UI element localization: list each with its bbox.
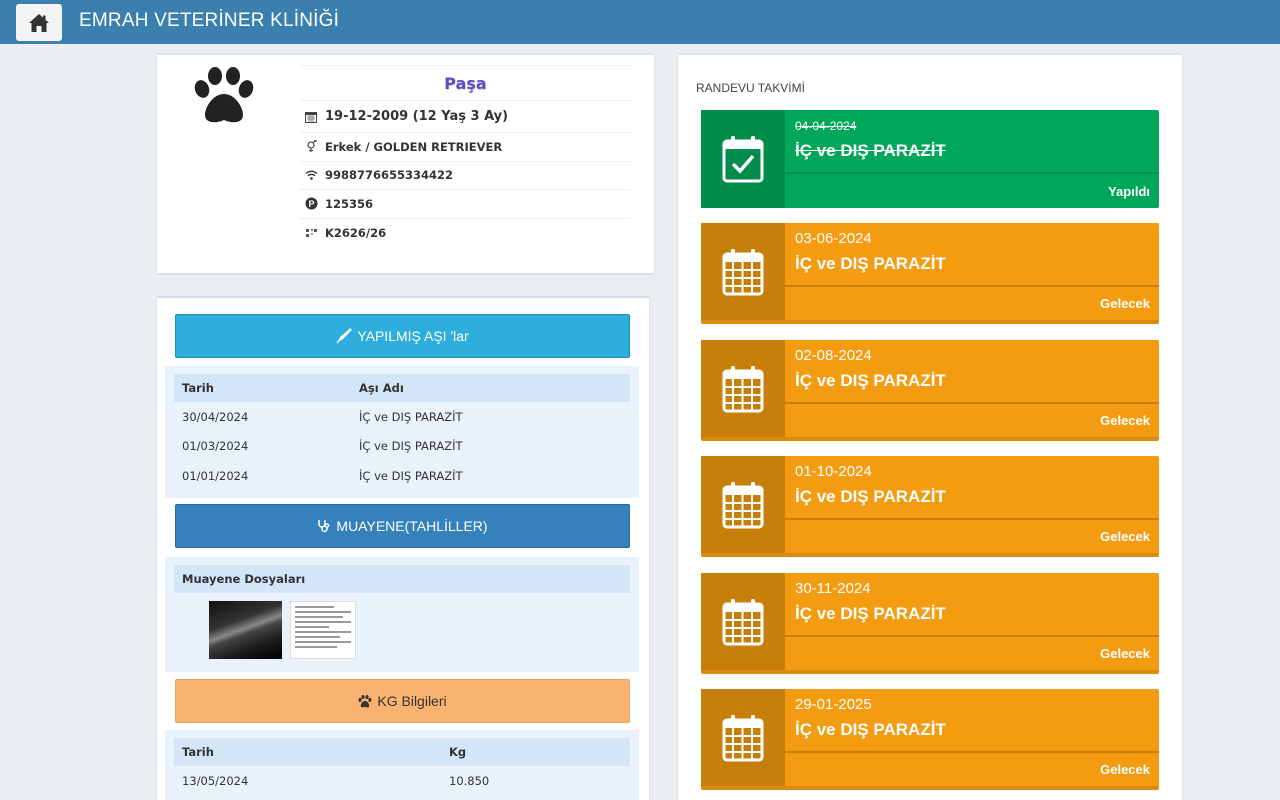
- col-date-header: Tarih: [182, 381, 214, 395]
- calendar-icon: [701, 689, 785, 786]
- table-row: 30/04/2024 İÇ ve DIŞ PARAZİT: [174, 402, 630, 432]
- appointment-item[interactable]: 03-06-2024 İÇ ve DIŞ PARAZİT Gelecek: [701, 223, 1159, 324]
- table-row: 01/03/2024 İÇ ve DIŞ PARAZİT: [174, 432, 630, 462]
- calendar-icon: [701, 573, 785, 670]
- svg-text:P: P: [308, 199, 314, 209]
- weight-table: Tarih Kg 13/05/2024 10.850: [165, 730, 639, 800]
- appointment-date: 29-01-2025: [795, 696, 872, 713]
- appointment-title: İÇ ve DIŞ PARAZİT: [795, 487, 946, 506]
- appointment-date: 02-08-2024: [795, 347, 872, 364]
- paw-icon: [193, 67, 255, 129]
- table-header: Tarih Aşı Adı: [174, 374, 630, 402]
- parking-icon: P: [305, 197, 321, 210]
- table-header: Tarih Kg: [174, 738, 630, 766]
- wifi-icon: [305, 170, 321, 181]
- calendar-check-icon: [701, 110, 785, 208]
- calendar-title: RANDEVU TAKVİMİ: [696, 81, 805, 95]
- parking-row: P 125356: [300, 190, 631, 219]
- file-thumbnails: [209, 601, 639, 659]
- divider: [785, 172, 1159, 174]
- pet-name: Paşa: [300, 65, 631, 101]
- medical-records-card: YAPILMIŞ AŞI 'lar Tarih Aşı Adı 30/04/20…: [157, 296, 649, 800]
- parking-number: 125356: [325, 196, 374, 211]
- document-thumbnail[interactable]: [290, 601, 356, 659]
- divider: [785, 402, 1159, 404]
- divider: [785, 518, 1159, 520]
- appointment-status: Yapıldı: [1108, 184, 1150, 199]
- exam-files-panel: Muayene Dosyaları: [165, 557, 639, 672]
- weight-value: 10.850: [449, 773, 490, 788]
- appointment-date: 30-11-2024: [795, 580, 871, 597]
- appointment-title: İÇ ve DIŞ PARAZİT: [795, 254, 946, 273]
- top-navbar: EMRAH VETERİNER KLİNİĞİ: [0, 0, 1280, 44]
- chip-number: 9988776655334422: [325, 168, 454, 183]
- chip-row: 9988776655334422: [300, 162, 631, 190]
- birth-date-row: 19-12-2009 (12 Yaş 3 Ay): [300, 101, 631, 133]
- vaccine-name: İÇ ve DIŞ PARAZİT: [359, 439, 463, 454]
- syringe-icon: [336, 328, 353, 344]
- appointment-date: 01-10-2024: [795, 463, 872, 480]
- vaccines-table: Tarih Aşı Adı 30/04/2024 İÇ ve DIŞ PARAZ…: [165, 366, 639, 498]
- appointment-item[interactable]: 30-11-2024 İÇ ve DIŞ PARAZİT Gelecek: [701, 573, 1159, 674]
- appointment-item[interactable]: 02-08-2024 İÇ ve DIŞ PARAZİT Gelecek: [701, 340, 1159, 441]
- paw-small-icon: [358, 694, 372, 707]
- files-header: Muayene Dosyaları: [174, 565, 630, 593]
- vaccine-name: İÇ ve DIŞ PARAZİT: [359, 468, 463, 483]
- gender-breed: Erkek / GOLDEN RETRIEVER: [325, 139, 503, 154]
- vaccines-button-label: YAPILMIŞ AŞI 'lar: [357, 328, 469, 344]
- appointment-title: İÇ ve DIŞ PARAZİT: [795, 141, 946, 160]
- vaccines-button[interactable]: YAPILMIŞ AŞI 'lar: [175, 314, 630, 358]
- pet-profile-card: Paşa 19-12-2009 (12 Yaş 3 Ay) Erkek / GO…: [157, 53, 654, 273]
- appointment-calendar-card: RANDEVU TAKVİMİ 04-04-2024 İÇ ve DIŞ PAR…: [678, 53, 1182, 800]
- table-row: 01/01/2024 İÇ ve DIŞ PARAZİT: [174, 461, 630, 491]
- divider: [785, 635, 1159, 637]
- vaccine-date: 01/03/2024: [182, 439, 249, 454]
- col-date-header: Tarih: [182, 745, 214, 759]
- vaccine-name: İÇ ve DIŞ PARAZİT: [359, 409, 463, 424]
- stethoscope-icon: [318, 520, 330, 533]
- files-label: Muayene Dosyaları: [182, 572, 306, 586]
- table-row: 13/05/2024 10.850: [174, 766, 630, 796]
- appointment-item[interactable]: 29-01-2025 İÇ ve DIŞ PARAZİT Gelecek: [701, 689, 1159, 790]
- appointment-title: İÇ ve DIŞ PARAZİT: [795, 371, 946, 390]
- appointment-status: Gelecek: [1100, 529, 1150, 544]
- calendar-icon: [701, 340, 785, 437]
- col-kg-header: Kg: [449, 745, 467, 759]
- xray-thumbnail[interactable]: [209, 601, 282, 659]
- appointment-title: İÇ ve DIŞ PARAZİT: [795, 604, 946, 623]
- gender-breed-row: Erkek / GOLDEN RETRIEVER: [300, 133, 631, 162]
- examination-button[interactable]: MUAYENE(TAHLİLLER): [175, 504, 630, 548]
- calendar-icon: [701, 223, 785, 320]
- appointment-date: 04-04-2024: [795, 119, 857, 133]
- vaccine-date: 01/01/2024: [182, 468, 249, 483]
- appointment-status: Gelecek: [1100, 646, 1150, 661]
- examination-button-label: MUAYENE(TAHLİLLER): [336, 518, 488, 534]
- col-name-header: Aşı Adı: [359, 381, 404, 395]
- code-row: K2626/26: [300, 219, 631, 248]
- appointment-title: İÇ ve DIŞ PARAZİT: [795, 720, 946, 739]
- appointment-status: Gelecek: [1100, 413, 1150, 428]
- appointment-status: Gelecek: [1100, 762, 1150, 777]
- gender-icon: [305, 140, 321, 153]
- home-icon: [29, 13, 49, 32]
- vaccine-date: 30/04/2024: [182, 409, 249, 424]
- appointment-item[interactable]: 04-04-2024 İÇ ve DIŞ PARAZİT Yapıldı: [701, 110, 1159, 208]
- pet-code: K2626/26: [325, 225, 387, 240]
- clinic-title[interactable]: EMRAH VETERİNER KLİNİĞİ: [79, 10, 339, 32]
- calendar-icon: [701, 456, 785, 553]
- calendar-icon: [305, 111, 321, 123]
- appointment-item[interactable]: 01-10-2024 İÇ ve DIŞ PARAZİT Gelecek: [701, 456, 1159, 557]
- weight-button-label: KG Bilgileri: [377, 693, 447, 709]
- divider: [785, 285, 1159, 287]
- home-button[interactable]: [16, 4, 62, 41]
- weight-date: 13/05/2024: [182, 773, 249, 788]
- pet-details: Paşa 19-12-2009 (12 Yaş 3 Ay) Erkek / GO…: [300, 65, 631, 247]
- qrcode-icon: [305, 228, 321, 238]
- appointment-status: Gelecek: [1100, 296, 1150, 311]
- weight-button[interactable]: KG Bilgileri: [175, 679, 630, 723]
- appointment-date: 03-06-2024: [795, 230, 872, 247]
- divider: [785, 751, 1159, 753]
- birth-date: 19-12-2009 (12 Yaş 3 Ay): [325, 109, 509, 124]
